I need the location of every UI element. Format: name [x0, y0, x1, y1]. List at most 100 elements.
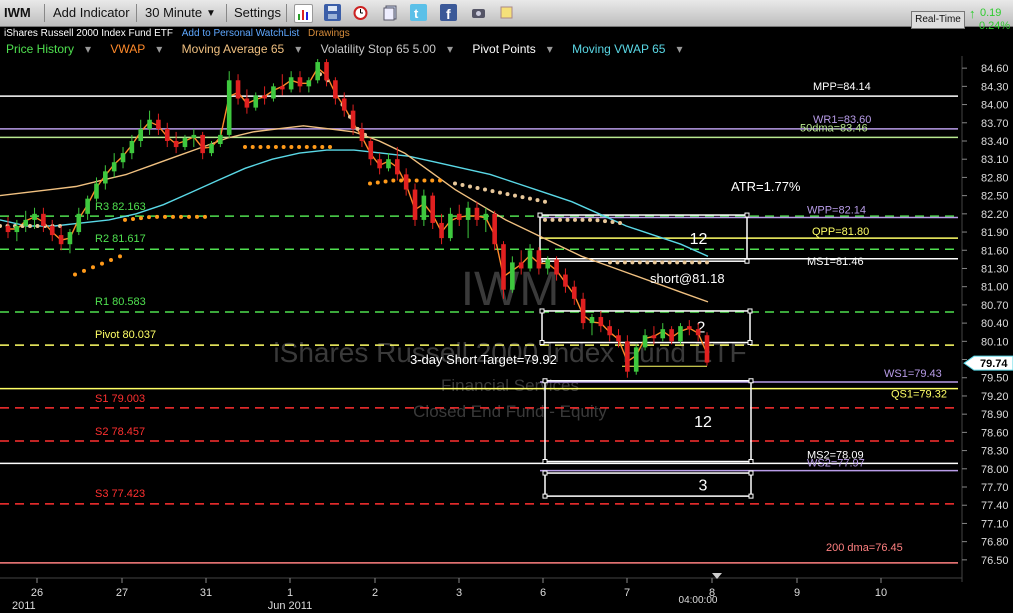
symbol-input[interactable]: IWM: [4, 5, 31, 20]
stop-dot: [622, 260, 627, 265]
candle-body: [492, 213, 497, 245]
settings-button[interactable]: Settings: [234, 5, 281, 20]
real-time-button[interactable]: Real-Time: [911, 11, 965, 29]
stop-dot: [588, 217, 592, 222]
y-tick-label: 77.10: [981, 518, 1009, 530]
y-tick-label: 82.20: [981, 209, 1009, 221]
current-price-tag: 79.74: [963, 355, 1013, 371]
chevron-down-icon: ▾: [446, 42, 454, 56]
box-handle: [539, 308, 545, 314]
stop-dot: [266, 145, 271, 150]
candle: [226, 71, 232, 138]
candle-body: [430, 195, 436, 223]
indicator-vwap[interactable]: VWAP ▾: [110, 42, 170, 56]
stop-dot: [195, 214, 199, 219]
box-handle: [542, 493, 548, 499]
candle: [633, 344, 639, 375]
candle-body: [226, 80, 232, 135]
stop-dot: [460, 183, 465, 187]
save-icon[interactable]: [324, 4, 341, 21]
stop-dot: [163, 214, 167, 219]
stop-dot: [109, 257, 113, 262]
stop-dot: [697, 260, 702, 265]
stop-dot: [422, 178, 427, 183]
stop-dot: [520, 195, 525, 200]
y-tick-label: 79.50: [981, 373, 1009, 385]
candle-body: [350, 110, 356, 129]
candle-body: [660, 329, 666, 339]
stop-dot: [131, 216, 135, 221]
up-arrow-icon: ↑: [969, 6, 976, 21]
candle-body: [589, 317, 595, 324]
annotation-label: ATR=1.77%: [731, 179, 801, 194]
stop-dot: [297, 145, 302, 150]
candle-body: [527, 250, 533, 269]
quote-percent: 0.24%: [979, 20, 1011, 32]
candle-body: [456, 213, 462, 220]
stop-dot: [690, 260, 695, 265]
indicator-moving-vwap[interactable]: Moving VWAP 65 ▾: [572, 42, 690, 56]
x-tick-label: 3: [456, 587, 462, 599]
doc-stack-icon[interactable]: [382, 4, 399, 21]
x-tick-label: 10: [875, 587, 887, 599]
stop-dot: [118, 254, 122, 259]
price-chart[interactable]: IWM iShares Russell 2000 Index Fund ETF …: [0, 0, 1013, 613]
stop-dot: [414, 178, 419, 183]
box-handle: [744, 212, 750, 218]
stop-dot: [615, 260, 620, 265]
candle-body: [678, 326, 683, 342]
y-tick-label: 79.20: [981, 391, 1009, 403]
level-label: S1 79.003: [95, 393, 145, 405]
y-tick-label: 76.50: [981, 555, 1009, 567]
candle-body: [94, 183, 99, 199]
twitter-icon[interactable]: t: [410, 4, 427, 21]
x-tick-label: 31: [200, 587, 212, 599]
candle-body: [315, 62, 320, 81]
interval-dropdown[interactable]: 30 Minute: [145, 5, 202, 20]
box-handle: [747, 308, 753, 314]
indicator-price-history[interactable]: Price History ▾: [6, 42, 99, 56]
box-handle: [542, 470, 548, 476]
candle-body: [262, 95, 267, 99]
indicator-pivot-points[interactable]: Pivot Points ▾: [472, 42, 560, 56]
drawings-link[interactable]: Drawings: [308, 28, 350, 39]
camera-icon[interactable]: [470, 4, 487, 21]
stop-dot: [123, 217, 127, 222]
box-handle: [542, 378, 548, 384]
alarm-clock-icon[interactable]: [352, 4, 369, 21]
candle-body: [474, 207, 480, 220]
candle-body: [288, 77, 294, 90]
stop-dot: [179, 214, 183, 219]
candle-body: [439, 222, 444, 239]
candle-body: [687, 326, 692, 330]
watermark-category: Closed End Fund - Equity: [413, 402, 607, 421]
candle: [704, 332, 710, 366]
candle-body: [129, 140, 135, 154]
level-label: QS1=79.32: [891, 389, 947, 401]
candle-body: [536, 250, 542, 269]
candle-body: [563, 274, 568, 287]
level-label: R1 80.583: [95, 296, 146, 308]
candle-body: [120, 153, 126, 163]
candle-body: [395, 159, 400, 175]
candle-body: [616, 335, 621, 342]
add-watchlist-link[interactable]: Add to Personal WatchList: [182, 28, 299, 39]
note-icon[interactable]: [498, 4, 515, 21]
level-label: Pivot 80.037: [95, 329, 156, 341]
candle-body: [669, 329, 674, 342]
facebook-icon[interactable]: f: [440, 4, 457, 22]
indicator-moving-average[interactable]: Moving Average 65 ▾: [182, 42, 310, 56]
candle-body: [23, 219, 28, 226]
stop-dot: [243, 145, 247, 150]
stop-dot: [155, 214, 159, 219]
chevron-down-icon[interactable]: ▼: [206, 8, 216, 19]
candle-body: [200, 134, 205, 154]
chevron-down-icon: ▾: [295, 42, 302, 56]
add-indicator-button[interactable]: Add Indicator: [53, 5, 130, 20]
candle-body: [173, 140, 179, 148]
x-tick-label: 7: [624, 587, 630, 599]
stop-dot: [273, 145, 278, 150]
indicator-volatility-stop[interactable]: Volatility Stop 65 5.00 ▾: [321, 42, 461, 56]
bar-chart-icon[interactable]: [294, 4, 313, 23]
stop-dot: [608, 260, 612, 265]
